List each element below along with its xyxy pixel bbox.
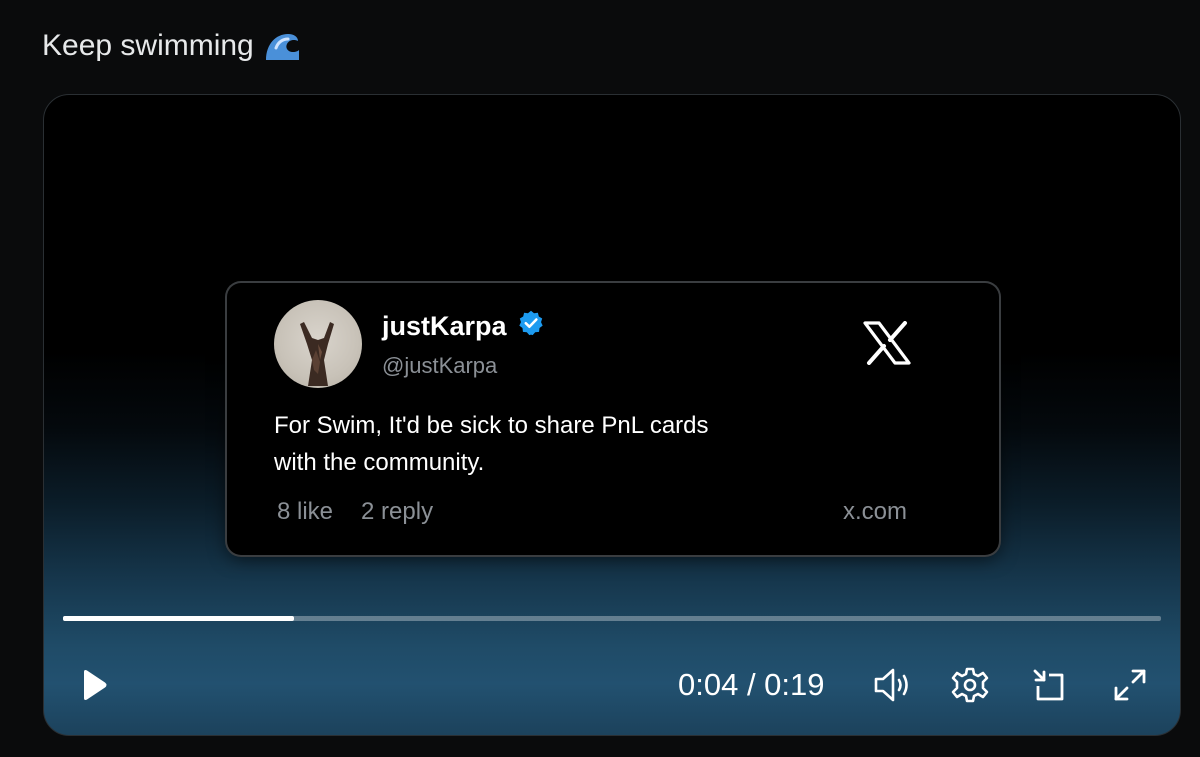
progress-bar[interactable]: [63, 616, 1161, 621]
tweet-domain: x.com: [842, 498, 907, 525]
tweet-engagement: 8 like 2 reply: [277, 498, 433, 526]
author-name-text: justKarpa: [382, 311, 507, 341]
volume-icon[interactable]: [872, 665, 912, 705]
verified-badge-icon: [517, 309, 545, 344]
post-text: Keep swimming: [42, 26, 302, 66]
like-count: 8 like: [277, 498, 334, 525]
author-handle: @justKarpa: [382, 353, 498, 378]
tweet-body: For Swim, It'd be sick to share PnL card…: [274, 407, 834, 481]
embedded-tweet-card: justKarpa @justKarpa For Swim, It'd be s…: [227, 283, 999, 555]
avatar: [274, 300, 362, 388]
player-controls: 0:04 / 0:19: [44, 655, 1180, 715]
fullscreen-icon[interactable]: [1110, 665, 1150, 705]
pip-icon[interactable]: [1029, 665, 1069, 705]
time-display: 0:04 / 0:19: [678, 667, 825, 702]
video-player[interactable]: justKarpa @justKarpa For Swim, It'd be s…: [43, 94, 1181, 736]
play-icon[interactable]: [78, 667, 110, 703]
water-wave-icon: [262, 26, 302, 66]
x-logo-icon[interactable]: [863, 321, 911, 365]
tweet-body-line: with the community.: [274, 449, 485, 476]
progress-fill: [63, 616, 294, 621]
tweet-body-line: For Swim, It'd be sick to share PnL card…: [274, 412, 709, 439]
author-name: justKarpa: [382, 309, 545, 344]
post-caption: Keep swimming: [42, 29, 254, 62]
settings-gear-icon[interactable]: [950, 665, 990, 705]
reply-count: 2 reply: [361, 498, 434, 525]
